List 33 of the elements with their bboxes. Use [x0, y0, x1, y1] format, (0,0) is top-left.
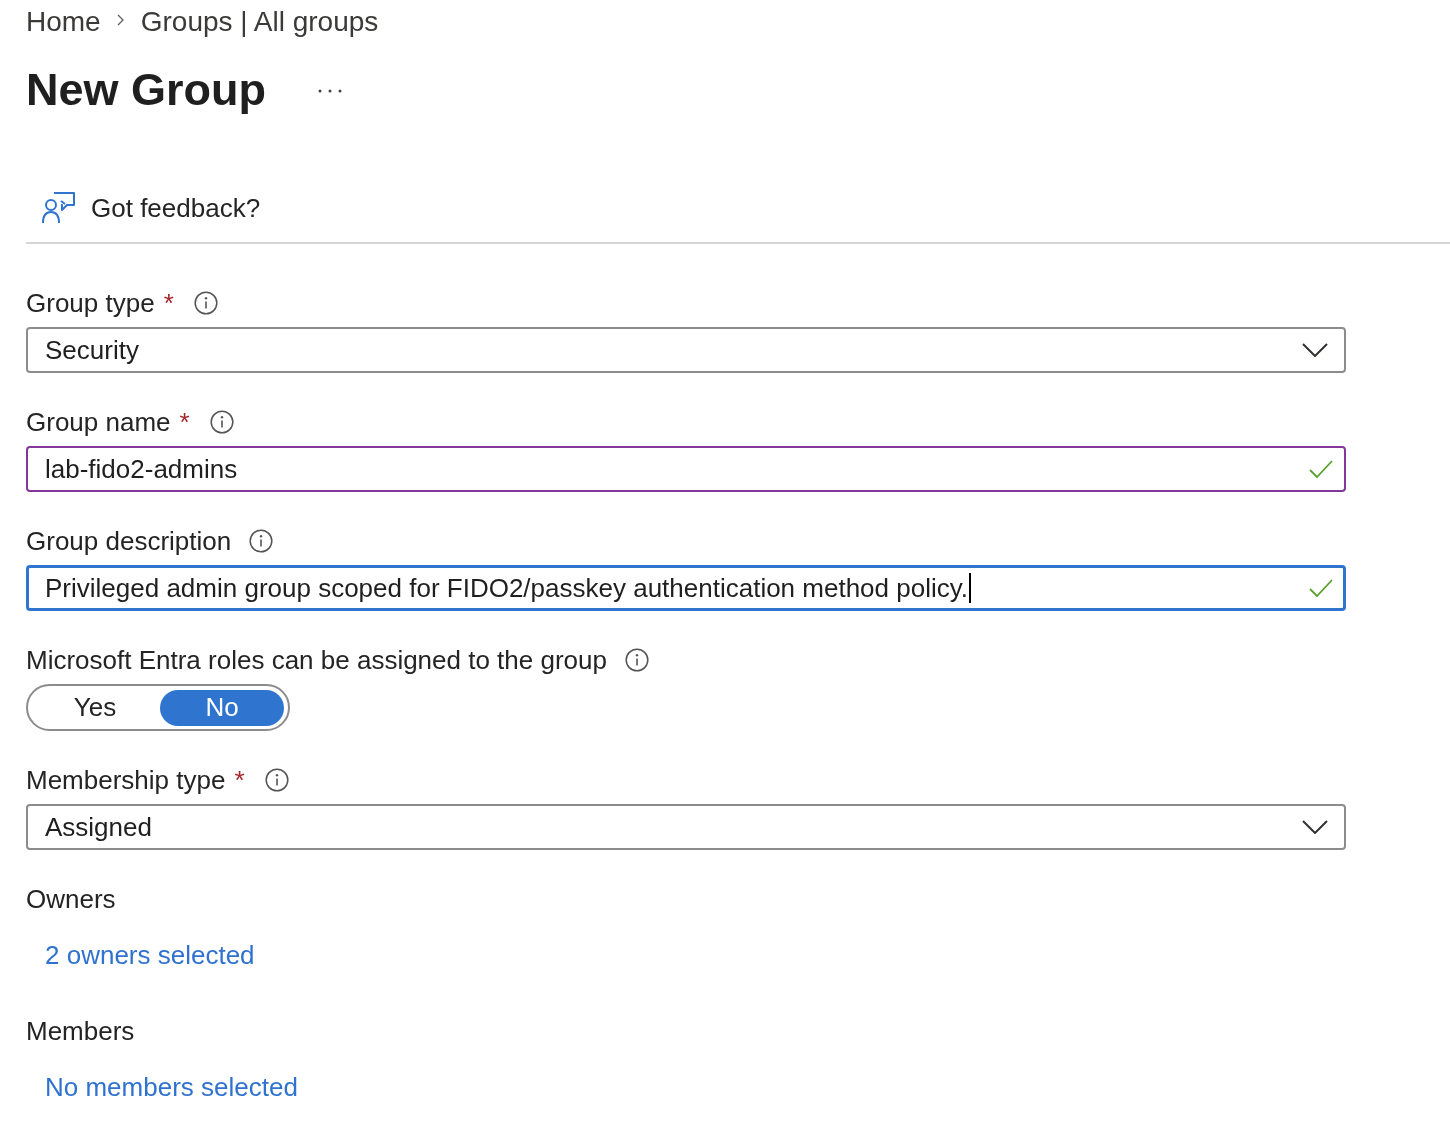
required-asterisk: * [163, 288, 174, 318]
field-label: Group description [26, 526, 232, 556]
dropdown[interactable]: Assigned [26, 804, 1346, 850]
feedback-button[interactable]: Got feedback? [42, 188, 261, 228]
page-title: New Group [26, 63, 266, 117]
selection-link[interactable]: 2 owners selected [45, 940, 255, 970]
field-label: Members [26, 1016, 135, 1046]
breadcrumb-link[interactable]: Groups | All groups [140, 7, 379, 37]
chevron-right-icon [116, 14, 125, 26]
toggle-option[interactable]: No [160, 689, 284, 726]
field-label: Group name [26, 407, 171, 437]
chevron-down-icon [1302, 343, 1328, 357]
info-icon[interactable] [249, 529, 274, 553]
field-label: Membership type [26, 765, 226, 795]
info-icon[interactable] [209, 410, 234, 434]
text-field[interactable]: lab-fido2-admins [26, 446, 1346, 492]
dropdown[interactable]: Security [26, 327, 1346, 373]
person-speech-bubble-icon [42, 192, 75, 224]
info-icon[interactable] [193, 291, 218, 315]
info-icon[interactable] [625, 648, 649, 672]
more-icon[interactable] [318, 89, 342, 93]
breadcrumb-link[interactable]: Home [26, 7, 101, 37]
required-asterisk: * [179, 407, 190, 437]
field-label: Group type [26, 288, 155, 318]
text-field[interactable]: Privileged admin group scoped for FIDO2/passkey authentication method policy. [26, 565, 1346, 611]
chevron-down-icon [1302, 820, 1328, 834]
field-label: Microsoft Entra roles can be assigned to the group [26, 645, 607, 675]
field-label: Owners [26, 884, 116, 914]
info-icon[interactable] [264, 768, 289, 792]
required-asterisk: * [234, 765, 245, 795]
selection-link[interactable]: No members selected [45, 1072, 298, 1102]
yes-no-toggle[interactable]: Yes No [26, 684, 290, 731]
toggle-option[interactable]: Yes [30, 689, 160, 726]
